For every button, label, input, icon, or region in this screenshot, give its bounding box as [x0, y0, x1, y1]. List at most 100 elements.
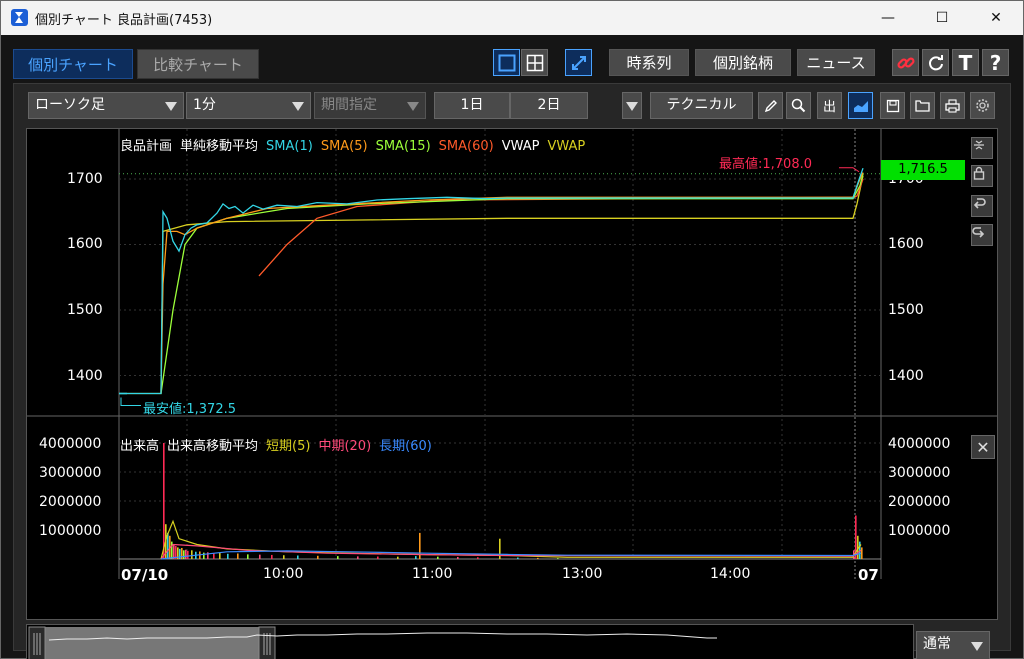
legend-sma15: SMA(15) — [375, 139, 431, 154]
vol-tick-right-3000000: 3000000 — [888, 465, 951, 481]
chart-canvas[interactable]: 良品計画 単純移動平均 SMA(1) SMA(5) SMA(15) SMA(60) VWAP… — [26, 128, 998, 620]
price-legend: 良品計画 単純移動平均 SMA(1) SMA(5) SMA(15) SMA(60) VWAP… — [120, 135, 593, 154]
text-button[interactable]: T — [952, 49, 979, 76]
settings-button[interactable] — [970, 92, 995, 119]
app-window: 個別チャート 良品計画(7453) — ☐ ✕ 個別チャート 比較チャート 時系… — [0, 0, 1024, 659]
refresh-icon — [928, 54, 943, 70]
folder-icon — [915, 100, 930, 112]
volume-bar — [173, 544, 175, 559]
sma5-line — [160, 172, 864, 394]
legend-sma60: SMA(60) — [438, 139, 494, 154]
draw-button[interactable] — [758, 92, 783, 119]
sma1-line — [119, 167, 864, 395]
grid-layout-icon — [526, 54, 543, 71]
magnifier-icon — [791, 98, 806, 113]
zoom-button[interactable] — [786, 92, 811, 119]
chart-type-select[interactable]: ローソク足 — [28, 92, 184, 119]
volume-bars — [160, 443, 863, 560]
legend-sma-title: 単純移動平均 — [180, 139, 259, 154]
interval-select[interactable]: 1分 — [186, 92, 311, 119]
save-button[interactable] — [880, 92, 905, 119]
sma15-line — [160, 173, 864, 394]
print-button[interactable] — [940, 92, 965, 119]
legend-vwap: VWAP — [547, 139, 586, 154]
display-mode-value: 通常 — [923, 636, 951, 652]
volume-bar — [377, 556, 379, 559]
volume-bar — [171, 541, 173, 559]
undo-button[interactable] — [971, 195, 993, 217]
two-day-button[interactable]: 2日 — [510, 92, 588, 119]
pencil-icon — [764, 99, 777, 112]
x-tick-1100: 11:00 — [412, 566, 453, 582]
minimize-button[interactable]: — — [865, 1, 911, 35]
chart-panel: ローソク足 1分 期間指定 1日 2日 テクニカル 出 良品計画 単純移動平均 … — [13, 83, 1011, 659]
tab-compare-chart[interactable]: 比較チャート — [137, 49, 259, 79]
area-chart-button[interactable] — [848, 92, 873, 119]
volume-bar — [219, 552, 221, 559]
vol-tick-right-1000000: 1000000 — [888, 523, 951, 539]
high-price-label: 最高値:1,708.0 — [719, 157, 812, 172]
one-day-button[interactable]: 1日 — [434, 92, 510, 119]
refresh-button[interactable] — [922, 49, 949, 76]
single-layout-button[interactable] — [493, 49, 520, 76]
gridlines — [27, 129, 997, 579]
volume-bar — [203, 552, 205, 559]
x-tick-date: 07/10 — [121, 566, 169, 584]
range-navigator[interactable] — [26, 624, 914, 659]
collapse-panel-button[interactable] — [971, 137, 993, 159]
x-tick-1400: 14:00 — [710, 566, 751, 582]
popout-button[interactable] — [565, 49, 592, 76]
volume-bar — [227, 553, 229, 559]
link-icon — [896, 56, 915, 69]
period-select[interactable]: 期間指定 — [314, 92, 426, 119]
y-tick-left-1600: 1600 — [67, 236, 103, 252]
app-logo-icon — [11, 9, 28, 26]
open-folder-button[interactable] — [910, 92, 935, 119]
navigator-svg — [28, 626, 717, 659]
help-button[interactable]: ? — [982, 49, 1009, 76]
close-volume-button[interactable]: ✕ — [971, 435, 995, 459]
maximize-button[interactable]: ☐ — [919, 1, 965, 35]
low-price-label: 最安値:1,372.5 — [143, 402, 236, 417]
legend-volume: 出来高 — [120, 439, 160, 454]
individual-stock-button[interactable]: 個別銘柄 — [695, 49, 791, 76]
redo-button[interactable] — [971, 224, 993, 246]
legend-long-term: 長期(60) — [379, 439, 432, 454]
vol-tick-right-4000000: 4000000 — [888, 436, 951, 452]
close-button[interactable]: ✕ — [973, 1, 1019, 35]
single-layout-icon — [498, 54, 515, 71]
volume-bar — [183, 550, 185, 559]
y-tick-right-1500: 1500 — [888, 302, 924, 318]
chart-type-value: ローソク足 — [35, 97, 105, 113]
vol-tick-left-3000000: 3000000 — [39, 465, 102, 481]
display-mode-select[interactable]: 通常 — [916, 631, 990, 659]
volume-bar — [297, 555, 299, 559]
lock-button[interactable] — [971, 165, 993, 187]
interval-value: 1分 — [193, 97, 216, 113]
navigator-selection — [29, 627, 269, 659]
output-button[interactable]: 出 — [817, 92, 842, 119]
y-tick-left-1400: 1400 — [67, 368, 103, 384]
window-client: 個別チャート 比較チャート 時系列 個別銘柄 ニュース T ? ローソク足 1分… — [1, 35, 1023, 659]
volume-bar — [191, 550, 193, 559]
grid-layout-button[interactable] — [521, 49, 548, 76]
volume-bar — [271, 554, 273, 559]
y-tick-left-1700: 1700 — [67, 171, 103, 187]
volume-bar — [437, 556, 439, 559]
volume-bar — [357, 556, 359, 559]
timeseries-button[interactable]: 時系列 — [609, 49, 689, 76]
area-chart-icon — [853, 100, 868, 112]
technical-button[interactable]: テクニカル — [650, 92, 753, 119]
link-button[interactable] — [892, 49, 919, 76]
tab-individual-chart[interactable]: 個別チャート — [13, 49, 133, 79]
news-button[interactable]: ニュース — [797, 49, 875, 76]
legend-stock-name: 良品計画 — [120, 139, 173, 154]
legend-vwap-title: VWAP — [501, 139, 540, 154]
y-tick-right-1400: 1400 — [888, 368, 924, 384]
volume-bar — [247, 554, 249, 559]
printer-icon — [945, 98, 960, 113]
volume-bar — [187, 550, 189, 559]
volume-bar — [185, 549, 187, 559]
chevron-down-icon — [971, 642, 983, 651]
technical-dropdown[interactable] — [622, 92, 642, 119]
